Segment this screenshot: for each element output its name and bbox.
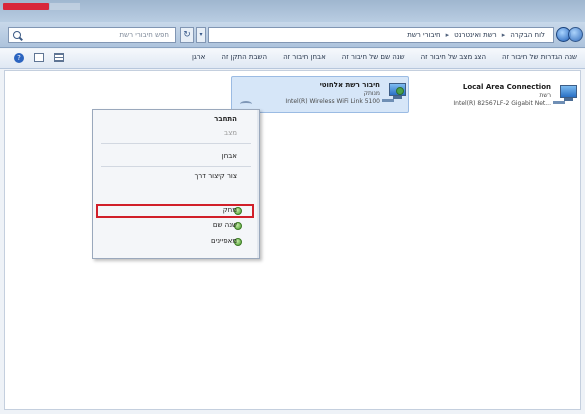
connections-list: Local Area Connection רשת Intel(R) 82567… [4, 70, 581, 410]
command-bar: ? ארגן השבת התקן זה אבחן חיבור זה שנה שם… [0, 49, 585, 69]
command-bar-icons: ? [14, 53, 64, 63]
breadcrumb-item-network-connections[interactable]: חיבורי רשת [407, 31, 440, 39]
adapter-name: חיבור רשת אלחוטי [319, 81, 380, 89]
menu-item-properties[interactable]: מאפיינים [211, 237, 237, 249]
menu-item-diagnose[interactable]: אבחן [222, 152, 237, 164]
menu-item-status: מצב [224, 129, 237, 137]
breadcrumb-separator: ▸ [501, 31, 506, 39]
highlight-box [96, 204, 254, 218]
adapter-device: Intel(R) 82567LF-2 Gigabit Net... [453, 100, 551, 107]
context-menu: התחבר מצב אבחן צור קיצור דרך מחק שנה שם … [92, 109, 260, 259]
cmd-view-status[interactable]: הצג מצב של חיבור זה [421, 53, 486, 61]
address-box[interactable]: לוח הבקרה ▸ רשת ואינטרנט ▸ חיבורי רשת [208, 27, 554, 43]
search-box[interactable]: חפש חיבורי רשת [8, 27, 176, 43]
breadcrumb-item-network-internet[interactable]: רשת ואינטרנט [454, 31, 497, 39]
adapter-status: רשת [539, 92, 551, 99]
address-dropdown-button[interactable]: ▾ [196, 27, 206, 43]
menu-item-connect[interactable]: התחבר [214, 115, 237, 127]
cmd-rename[interactable]: שנה שם של חיבור זה [342, 53, 405, 61]
breadcrumb-separator: ▸ [445, 31, 450, 39]
adapter-wireless-connection[interactable]: חיבור רשת אלחוטי מנותק Intel(R) Wireless… [231, 76, 409, 113]
adapter-status: מנותק [363, 90, 380, 97]
title-bar [0, 0, 585, 22]
adapter-name: Local Area Connection [462, 83, 551, 91]
title-brand-mark [3, 3, 49, 10]
cmd-disable-device[interactable]: השבת התקן זה [221, 53, 267, 61]
wifi-signal-icon [240, 101, 252, 107]
command-bar-items: ארגן השבת התקן זה אבחן חיבור זה שנה שם ש… [192, 53, 577, 61]
menu-separator [101, 166, 251, 167]
refresh-button[interactable]: ↻ [180, 27, 194, 43]
cmd-diagnose[interactable]: אבחן חיבור זה [283, 53, 326, 61]
adapter-device: Intel(R) Wireless WiFi Link 5100 [285, 98, 380, 105]
change-view-icon[interactable] [54, 53, 64, 62]
breadcrumb: לוח הבקרה ▸ רשת ואינטרנט ▸ חיבורי רשת [407, 31, 545, 39]
cmd-organize[interactable]: ארגן [192, 53, 205, 61]
connection-badge-icon [396, 87, 404, 95]
title-text-block [50, 3, 80, 10]
search-icon[interactable] [13, 31, 21, 39]
menu-item-create-shortcut[interactable]: צור קיצור דרך [194, 172, 237, 184]
forward-arrow-icon[interactable] [568, 27, 583, 42]
menu-separator [101, 143, 251, 144]
preview-pane-icon[interactable] [34, 53, 44, 62]
cmd-change-settings[interactable]: שנה הגדרות של חיבור זה [502, 53, 577, 61]
navigation-buttons [556, 25, 583, 45]
wireless-adapter-icon [382, 83, 408, 103]
adapter-local-area-connection[interactable]: Local Area Connection רשת Intel(R) 82567… [407, 79, 579, 117]
search-placeholder: חפש חיבורי רשת [119, 31, 169, 39]
network-adapter-icon [553, 85, 579, 105]
menu-item-rename[interactable]: שנה שם [213, 221, 237, 233]
breadcrumb-item-control-panel[interactable]: לוח הבקרה [510, 31, 545, 39]
help-icon[interactable]: ? [14, 53, 24, 63]
window-frame: חפש חיבורי רשת ↻ ▾ לוח הבקרה ▸ רשת ואינט… [0, 0, 585, 414]
address-row: חפש חיבורי רשת ↻ ▾ לוח הבקרה ▸ רשת ואינט… [0, 22, 585, 48]
